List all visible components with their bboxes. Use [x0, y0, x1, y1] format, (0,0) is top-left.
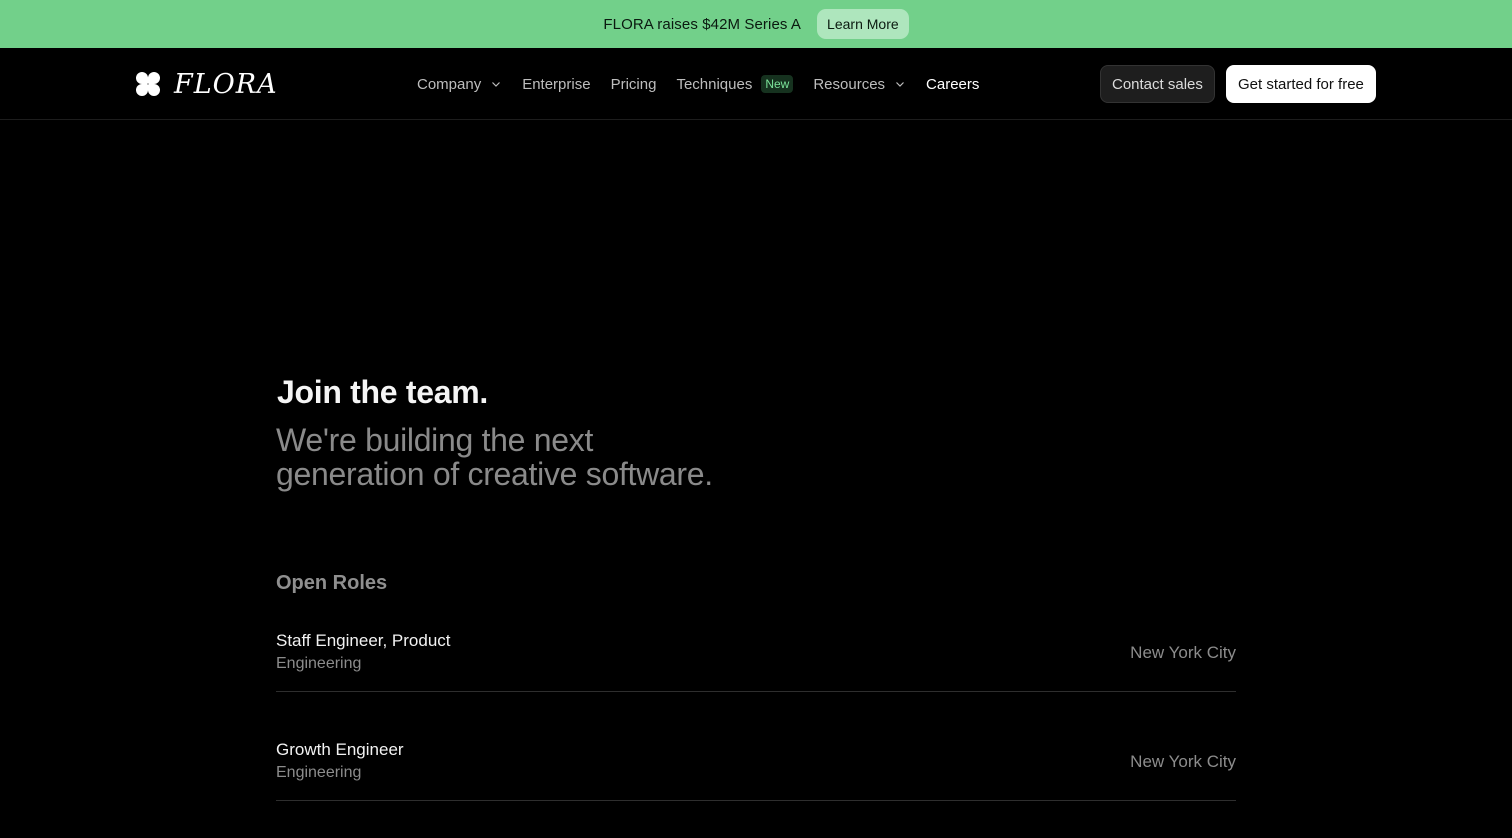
- nav-label: Company: [417, 75, 482, 93]
- role-row[interactable]: Growth Engineer Engineering New York Cit…: [276, 729, 1236, 801]
- role-department: Engineering: [276, 764, 362, 781]
- role-title: Staff Engineer, Product: [276, 631, 451, 650]
- page-title: Join the team.: [277, 374, 488, 410]
- new-badge: New: [761, 75, 794, 93]
- role-row[interactable]: Staff Engineer, Product Engineering New …: [276, 620, 1236, 692]
- subtitle-line: generation of creative software.: [276, 456, 713, 492]
- nav-item-pricing[interactable]: Pricing: [611, 76, 657, 93]
- chevron-down-icon: [492, 82, 501, 87]
- announcement-text: FLORA raises $42M Series A: [603, 15, 802, 33]
- nav-label: Techniques: [676, 75, 753, 93]
- chevron-down-icon: [896, 82, 904, 87]
- nav-label: Pricing: [610, 75, 657, 93]
- page-subtitle: We're building the next generation of cr…: [276, 423, 796, 491]
- nav-label: Enterprise: [522, 75, 591, 93]
- role-department: Engineering: [276, 655, 362, 672]
- nav-item-techniques[interactable]: Techniques New: [676, 75, 794, 93]
- learn-more-button[interactable]: Learn More: [817, 9, 909, 39]
- get-started-button[interactable]: Get started for free: [1226, 65, 1376, 103]
- nav-label: Resources: [813, 75, 886, 93]
- four-petal-logo-icon: [136, 72, 160, 96]
- open-roles-heading: Open Roles: [276, 572, 388, 594]
- roles-list: Staff Engineer, Product Engineering New …: [276, 620, 1236, 838]
- role-title: Growth Engineer: [276, 740, 404, 759]
- nav-item-company[interactable]: Company: [417, 76, 502, 93]
- nav-item-enterprise[interactable]: Enterprise: [522, 76, 590, 93]
- contact-sales-button[interactable]: Contact sales: [1100, 65, 1215, 103]
- logo[interactable]: FLORA: [136, 70, 278, 98]
- main-nav: Company Enterprise Pricing Techniques Ne…: [417, 48, 999, 120]
- announcement-bar: FLORA raises $42M Series A Learn More: [0, 0, 1512, 48]
- nav-label: Careers: [926, 75, 980, 93]
- nav-item-careers[interactable]: Careers: [926, 76, 979, 93]
- role-location: New York City: [1130, 643, 1236, 662]
- logo-wordmark: FLORA: [174, 68, 278, 100]
- role-location: New York City: [1130, 752, 1236, 771]
- nav-item-resources[interactable]: Resources: [813, 76, 906, 93]
- site-header: FLORA Company Enterprise Pricing Techniq…: [0, 48, 1512, 120]
- subtitle-line: We're building the next: [276, 422, 594, 458]
